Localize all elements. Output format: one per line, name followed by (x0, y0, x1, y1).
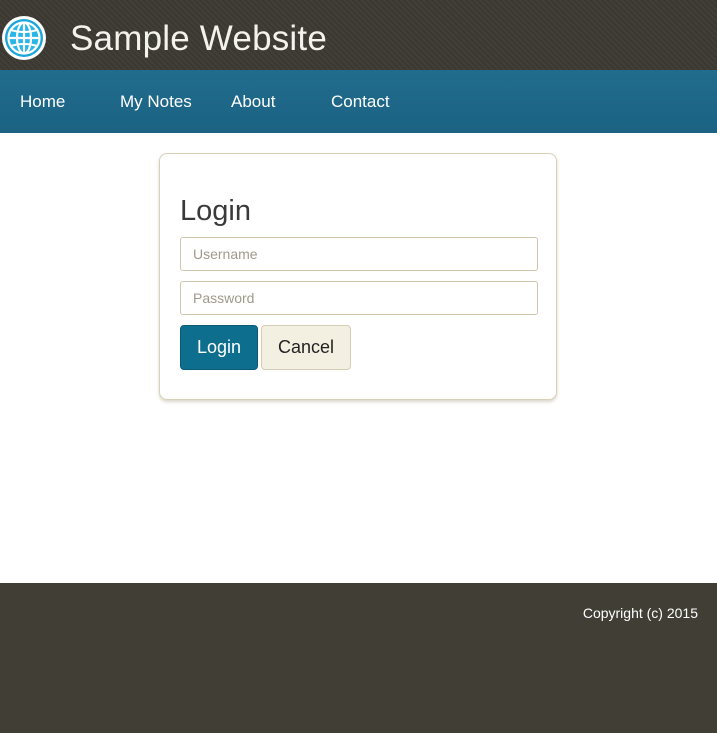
nav-item-contact[interactable]: Contact (331, 70, 390, 133)
login-heading: Login (180, 195, 251, 227)
username-input[interactable] (180, 237, 538, 271)
site-header: Sample Website (0, 0, 717, 70)
page: Sample Website Home My Notes About Conta… (0, 0, 717, 733)
cancel-button[interactable]: Cancel (261, 325, 351, 370)
login-form: Login Login Cancel (159, 153, 557, 400)
login-button[interactable]: Login (180, 325, 258, 370)
site-title: Sample Website (70, 19, 327, 58)
site-footer: Copyright (c) 2015 (0, 583, 717, 733)
nav-item-my-notes[interactable]: My Notes (120, 70, 192, 133)
globe-icon[interactable] (1, 15, 47, 61)
copyright-text: Copyright (c) 2015 (582, 605, 698, 621)
nav-item-about[interactable]: About (231, 70, 275, 133)
nav-item-home[interactable]: Home (20, 70, 65, 133)
main-nav: Home My Notes About Contact (0, 70, 717, 133)
password-input[interactable] (180, 281, 538, 315)
